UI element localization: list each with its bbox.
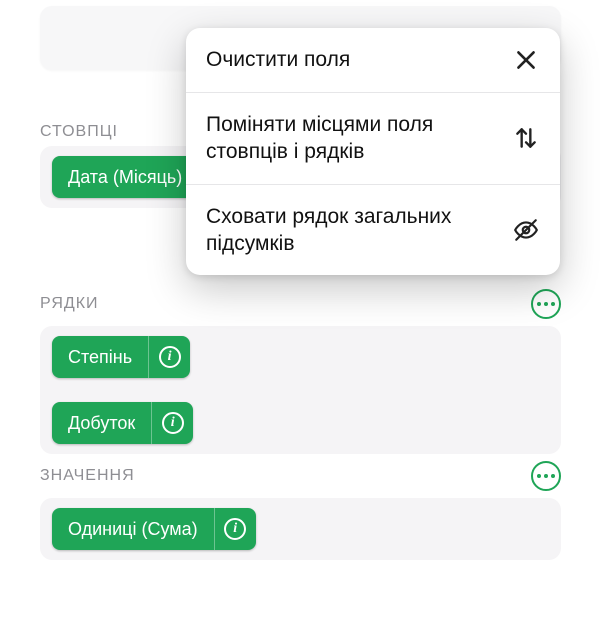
value-field-pill[interactable]: Одиниці (Сума) i [52, 508, 256, 550]
column-field-pill[interactable]: Дата (Місяць) [52, 156, 198, 198]
row-field-label: Степінь [52, 336, 148, 378]
menu-item-clear-label: Очистити поля [206, 46, 500, 73]
value-field-label: Одиниці (Сума) [52, 508, 214, 550]
section-values-title: ЗНАЧЕННЯ [40, 467, 135, 485]
info-icon: i [159, 346, 181, 368]
menu-item-clear-fields[interactable]: Очистити поля [186, 28, 560, 92]
column-field-label: Дата (Місяць) [52, 156, 198, 198]
value-field-info-button[interactable]: i [214, 508, 256, 550]
section-values-body[interactable]: Одиниці (Сума) i [40, 498, 561, 560]
rows-more-button[interactable] [531, 289, 561, 319]
row-field-pill[interactable]: Добуток i [52, 402, 193, 444]
menu-item-swap-label: Поміняти місцями поля стовпців і рядків [206, 111, 500, 166]
section-columns-title: СТОВПЦІ [40, 123, 118, 141]
info-icon: i [224, 518, 246, 540]
pivot-options-panel: СТОВПЦІ Дата (Місяць) РЯДКИ Степінь i [0, 0, 601, 630]
section-rows-body[interactable]: Степінь i Добуток i [40, 326, 561, 454]
menu-item-swap-fields[interactable]: Поміняти місцями поля стовпців і рядків [186, 92, 560, 184]
menu-item-hide-label: Сховати рядок загальних підсумків [206, 203, 500, 258]
swap-arrows-icon [512, 124, 540, 152]
row-field-pill[interactable]: Степінь i [52, 336, 190, 378]
eye-off-icon [512, 216, 540, 244]
close-icon [512, 46, 540, 74]
values-more-button[interactable] [531, 461, 561, 491]
row-field-info-button[interactable]: i [151, 402, 193, 444]
pivot-options-popover: Очистити поля Поміняти місцями поля стов… [186, 28, 560, 275]
section-values: ЗНАЧЕННЯ Одиниці (Сума) i [40, 462, 561, 560]
section-rows: РЯДКИ Степінь i Добуток i [40, 290, 561, 454]
section-rows-header: РЯДКИ [40, 290, 561, 318]
row-field-label: Добуток [52, 402, 151, 444]
info-icon: i [162, 412, 184, 434]
section-values-header: ЗНАЧЕННЯ [40, 462, 561, 490]
section-rows-title: РЯДКИ [40, 295, 99, 313]
row-field-info-button[interactable]: i [148, 336, 190, 378]
menu-item-hide-totals[interactable]: Сховати рядок загальних підсумків [186, 184, 560, 276]
